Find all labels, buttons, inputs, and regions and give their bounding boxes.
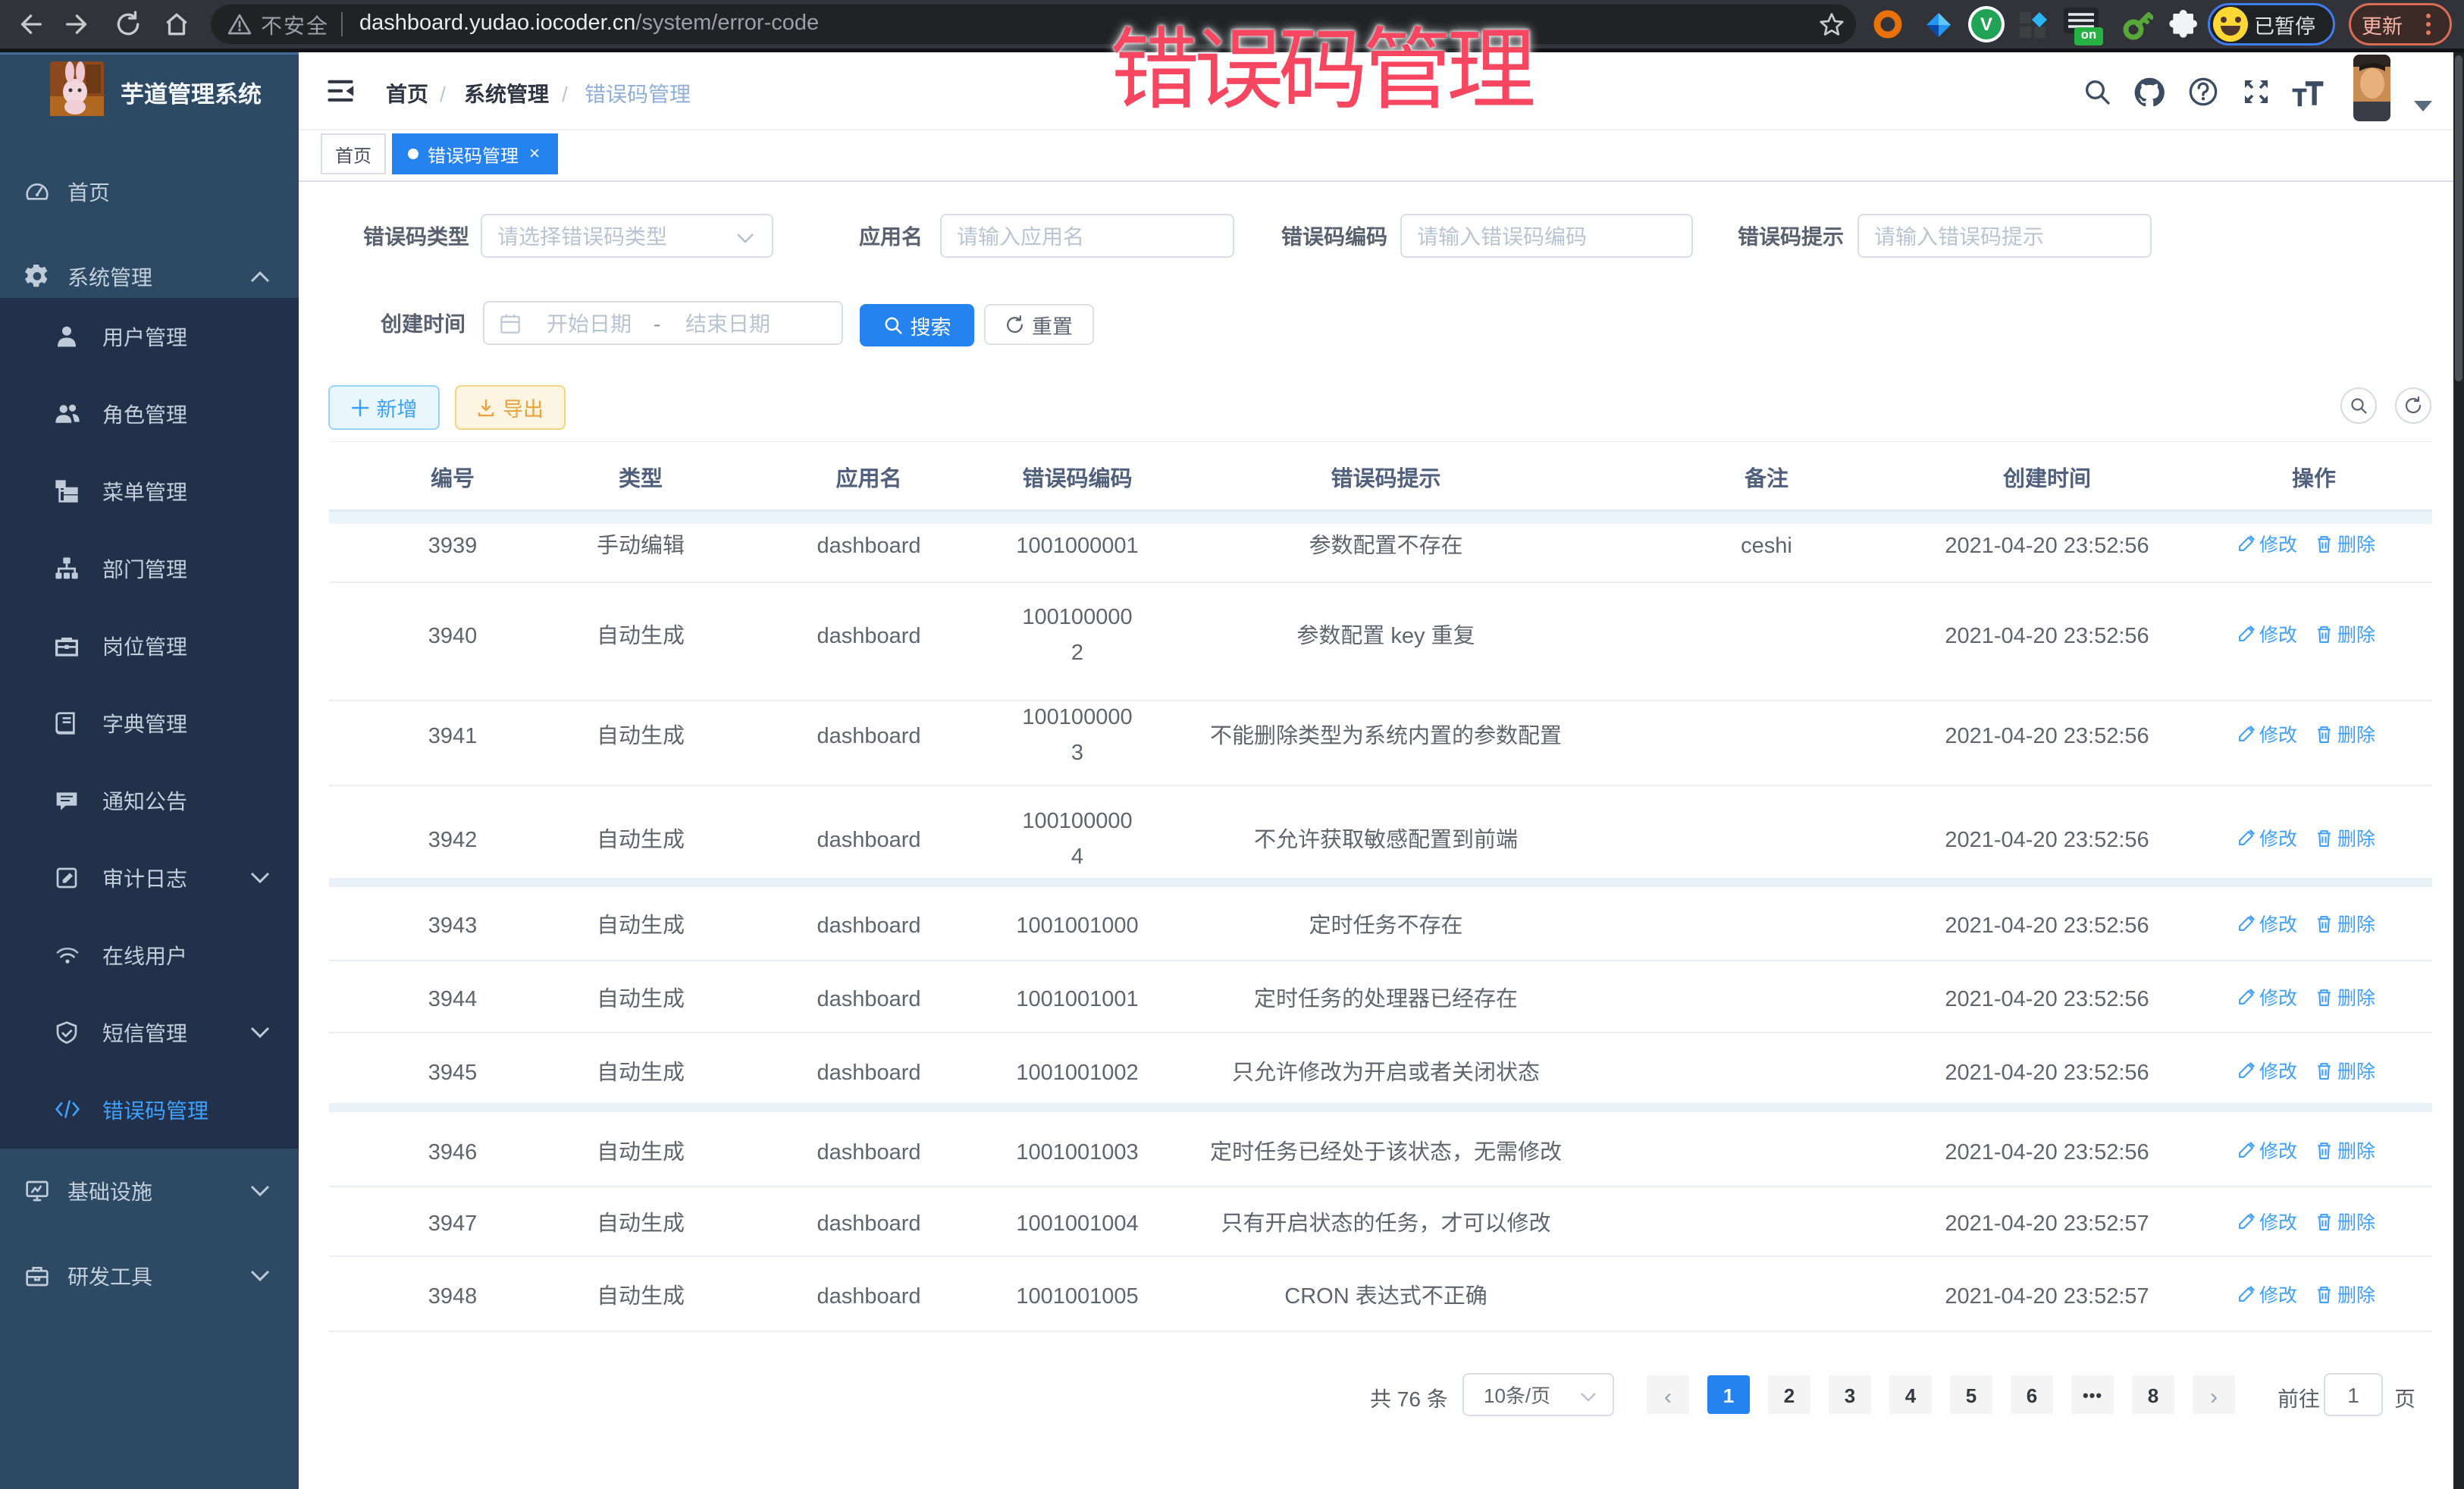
svg-text:V: V	[1980, 14, 1992, 35]
